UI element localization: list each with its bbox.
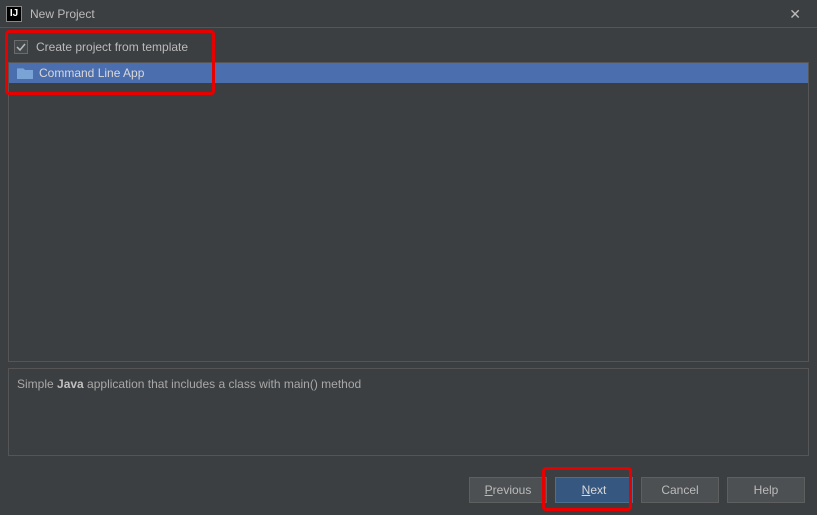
create-from-template-label: Create project from template (36, 40, 188, 54)
template-list: Command Line App (8, 62, 809, 362)
description-text: Simple Java application that includes a … (17, 377, 361, 391)
close-icon[interactable]: ✕ (783, 4, 807, 25)
dialog-button-row: Previous Next Cancel Help (469, 477, 805, 503)
template-item-label: Command Line App (39, 66, 144, 80)
window-title: New Project (30, 7, 95, 21)
titlebar: IJ New Project ✕ (0, 0, 817, 28)
dialog-content: Create project from template Command Lin… (0, 28, 817, 515)
next-button[interactable]: Next (555, 477, 633, 503)
previous-button[interactable]: Previous (469, 477, 547, 503)
cancel-button[interactable]: Cancel (641, 477, 719, 503)
folder-icon (17, 67, 33, 79)
template-item-command-line-app[interactable]: Command Line App (9, 63, 808, 83)
help-button[interactable]: Help (727, 477, 805, 503)
checkmark-icon (16, 42, 26, 52)
create-from-template-checkbox[interactable] (14, 40, 28, 54)
template-description: Simple Java application that includes a … (8, 368, 809, 456)
create-from-template-row: Create project from template (8, 36, 809, 58)
app-icon: IJ (6, 6, 22, 22)
